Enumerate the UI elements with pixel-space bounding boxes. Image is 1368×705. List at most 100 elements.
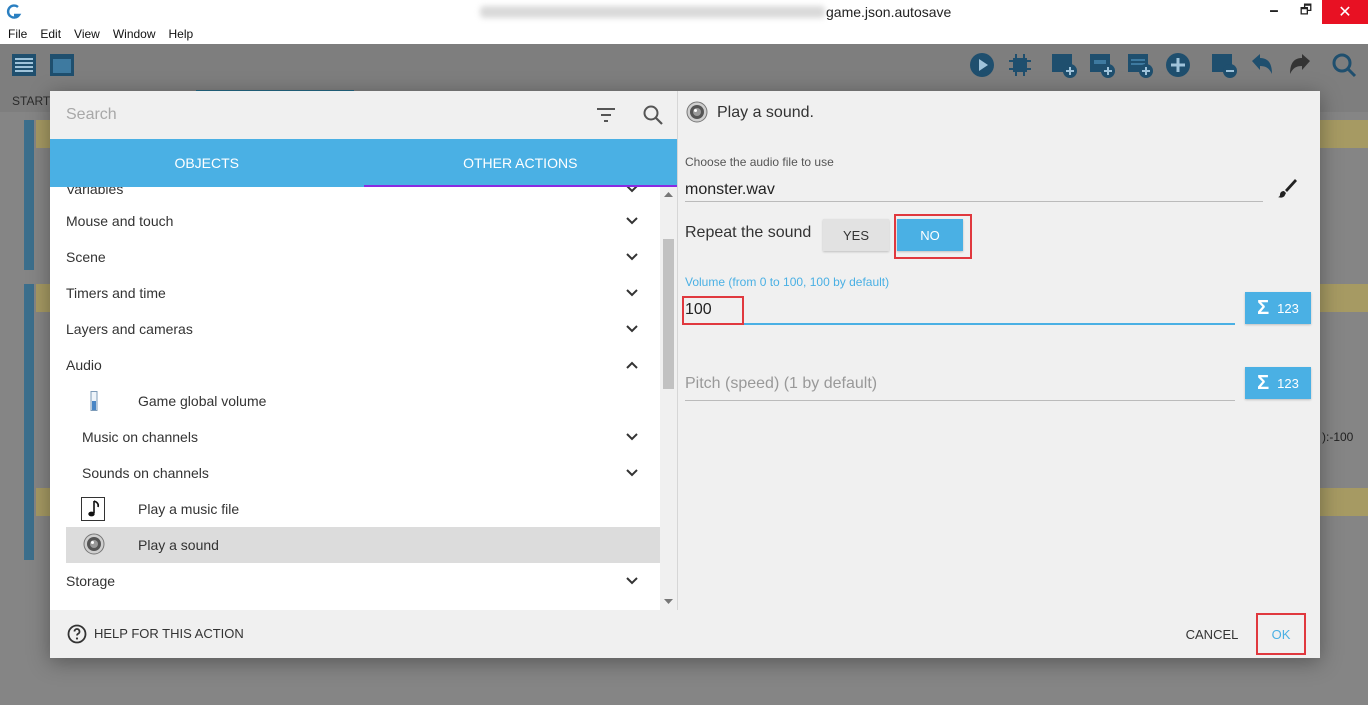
selector-tabs: OBJECTS OTHER ACTIONS xyxy=(50,139,677,187)
list-item-audio[interactable]: Audio xyxy=(50,347,660,383)
list-item-label: Variables xyxy=(66,187,124,197)
event-group-bar xyxy=(24,488,34,560)
instruction-editor-dialog: OBJECTS OTHER ACTIONS Variables Mouse an… xyxy=(50,91,1320,658)
list-item-storage[interactable]: Storage xyxy=(50,563,660,599)
pitch-expression-button[interactable]: Σ 123 xyxy=(1245,367,1311,399)
search-events-icon[interactable] xyxy=(1330,51,1358,79)
add-event-icon[interactable] xyxy=(1050,51,1078,79)
chevron-down-icon xyxy=(626,325,638,333)
pitch-field[interactable] xyxy=(685,367,1235,401)
add-more-icon[interactable] xyxy=(1164,51,1192,79)
gdevelop-logo-icon xyxy=(6,4,22,19)
audio-file-label: Choose the audio file to use xyxy=(685,155,834,169)
event-group-bar xyxy=(24,284,34,494)
menu-file[interactable]: File xyxy=(8,27,27,41)
action-parameters: Play a sound. Choose the audio file to u… xyxy=(678,91,1320,610)
list-item-layers[interactable]: Layers and cameras xyxy=(50,311,660,347)
chevron-up-icon xyxy=(626,361,638,369)
list-scrollbar[interactable] xyxy=(660,187,677,610)
list-item-label: Audio xyxy=(66,357,102,373)
menu-window[interactable]: Window xyxy=(113,27,156,41)
filter-icon[interactable] xyxy=(595,105,617,125)
menu-view[interactable]: View xyxy=(74,27,100,41)
brush-icon[interactable] xyxy=(1276,177,1298,199)
list-item-sounds-channels[interactable]: Sounds on channels xyxy=(50,455,660,491)
scroll-down-icon[interactable] xyxy=(664,599,673,605)
list-item-music-channels[interactable]: Music on channels xyxy=(50,419,660,455)
dialog-footer: HELP FOR THIS ACTION CANCEL OK xyxy=(50,610,1320,658)
debug-icon[interactable] xyxy=(1006,51,1034,79)
highlight-box xyxy=(1256,613,1306,655)
window-title: game.json.autosave xyxy=(826,4,952,20)
search-icon[interactable] xyxy=(642,104,664,126)
chevron-down-icon xyxy=(626,187,638,193)
close-window-button[interactable]: ✕ xyxy=(1322,0,1368,24)
action-title: Play a sound. xyxy=(717,104,814,121)
help-for-action-link[interactable]: HELP FOR THIS ACTION xyxy=(94,626,244,641)
list-item-label: Music on channels xyxy=(82,429,198,445)
menu-help[interactable]: Help xyxy=(169,27,194,41)
tab-objects[interactable]: OBJECTS xyxy=(50,139,364,187)
volume-expression-button[interactable]: Σ 123 xyxy=(1245,292,1311,324)
instruction-selector: OBJECTS OTHER ACTIONS Variables Mouse an… xyxy=(50,91,677,610)
help-icon[interactable] xyxy=(67,624,87,644)
action-list: Variables Mouse and touch Scene Timers a… xyxy=(50,187,660,610)
repeat-sound-label: Repeat the sound xyxy=(685,224,812,241)
list-item-label: Scene xyxy=(66,249,106,265)
speaker-icon xyxy=(83,533,105,555)
chevron-down-icon xyxy=(626,577,638,585)
list-item-label: Game global volume xyxy=(138,393,267,409)
scene-icon[interactable] xyxy=(48,51,76,79)
search-input[interactable] xyxy=(66,105,546,125)
list-item-label: Layers and cameras xyxy=(66,321,193,337)
blurred-path xyxy=(480,6,825,18)
list-item-label: Play a music file xyxy=(138,501,240,517)
chevron-down-icon xyxy=(626,469,638,477)
volume-field[interactable] xyxy=(685,297,1235,325)
redo-icon[interactable] xyxy=(1286,51,1314,79)
expression-button-label: 123 xyxy=(1277,375,1299,391)
chevron-down-icon xyxy=(626,253,638,261)
highlight-box xyxy=(682,296,744,325)
cancel-button[interactable]: CANCEL xyxy=(1174,618,1250,650)
sigma-icon: Σ xyxy=(1257,296,1270,319)
add-subevent-icon[interactable] xyxy=(1088,51,1116,79)
menu-edit[interactable]: Edit xyxy=(40,27,61,41)
tab-start[interactable]: START xyxy=(12,94,50,108)
chevron-down-icon xyxy=(626,289,638,297)
list-item-timers[interactable]: Timers and time xyxy=(50,275,660,311)
list-item-play-music[interactable]: Play a music file xyxy=(50,491,660,527)
maximize-button[interactable]: 🗗 xyxy=(1290,0,1322,24)
event-group-bar xyxy=(24,120,34,270)
list-item-label: Storage xyxy=(66,573,116,589)
chevron-down-icon xyxy=(626,217,638,225)
scrollbar-thumb[interactable] xyxy=(663,239,674,389)
minimize-button[interactable]: 🗕 xyxy=(1258,0,1290,24)
list-item-mouse-touch[interactable]: Mouse and touch xyxy=(50,203,660,239)
repeat-yes-button[interactable]: YES xyxy=(823,219,889,251)
list-item-label: Mouse and touch xyxy=(66,213,174,229)
audio-file-field[interactable] xyxy=(685,178,1263,202)
chevron-down-icon xyxy=(626,433,638,441)
list-item-label: Sounds on channels xyxy=(82,465,209,481)
tab-other-actions[interactable]: OTHER ACTIONS xyxy=(363,139,678,187)
search-bar xyxy=(50,91,677,139)
list-item-global-volume[interactable]: Game global volume xyxy=(50,383,660,419)
toolbar xyxy=(0,44,1368,90)
volume-slider-icon xyxy=(90,391,98,411)
list-item-label: Play a sound xyxy=(138,537,219,553)
speaker-icon xyxy=(686,101,708,123)
undo-icon[interactable] xyxy=(1248,51,1276,79)
list-item-play-sound[interactable]: Play a sound xyxy=(66,527,660,563)
list-item-scene[interactable]: Scene xyxy=(50,239,660,275)
delete-event-icon[interactable] xyxy=(1210,51,1238,79)
play-icon[interactable] xyxy=(968,51,996,79)
highlight-box xyxy=(894,214,972,259)
project-manager-icon[interactable] xyxy=(10,51,38,79)
title-bar: game.json.autosave 🗕 🗗 ✕ xyxy=(0,0,1368,24)
scroll-up-icon[interactable] xyxy=(664,191,673,197)
volume-label: Volume (from 0 to 100, 100 by default) xyxy=(685,275,890,289)
list-item-label: Timers and time xyxy=(66,285,166,301)
music-note-icon xyxy=(81,497,105,521)
add-comment-icon[interactable] xyxy=(1126,51,1154,79)
